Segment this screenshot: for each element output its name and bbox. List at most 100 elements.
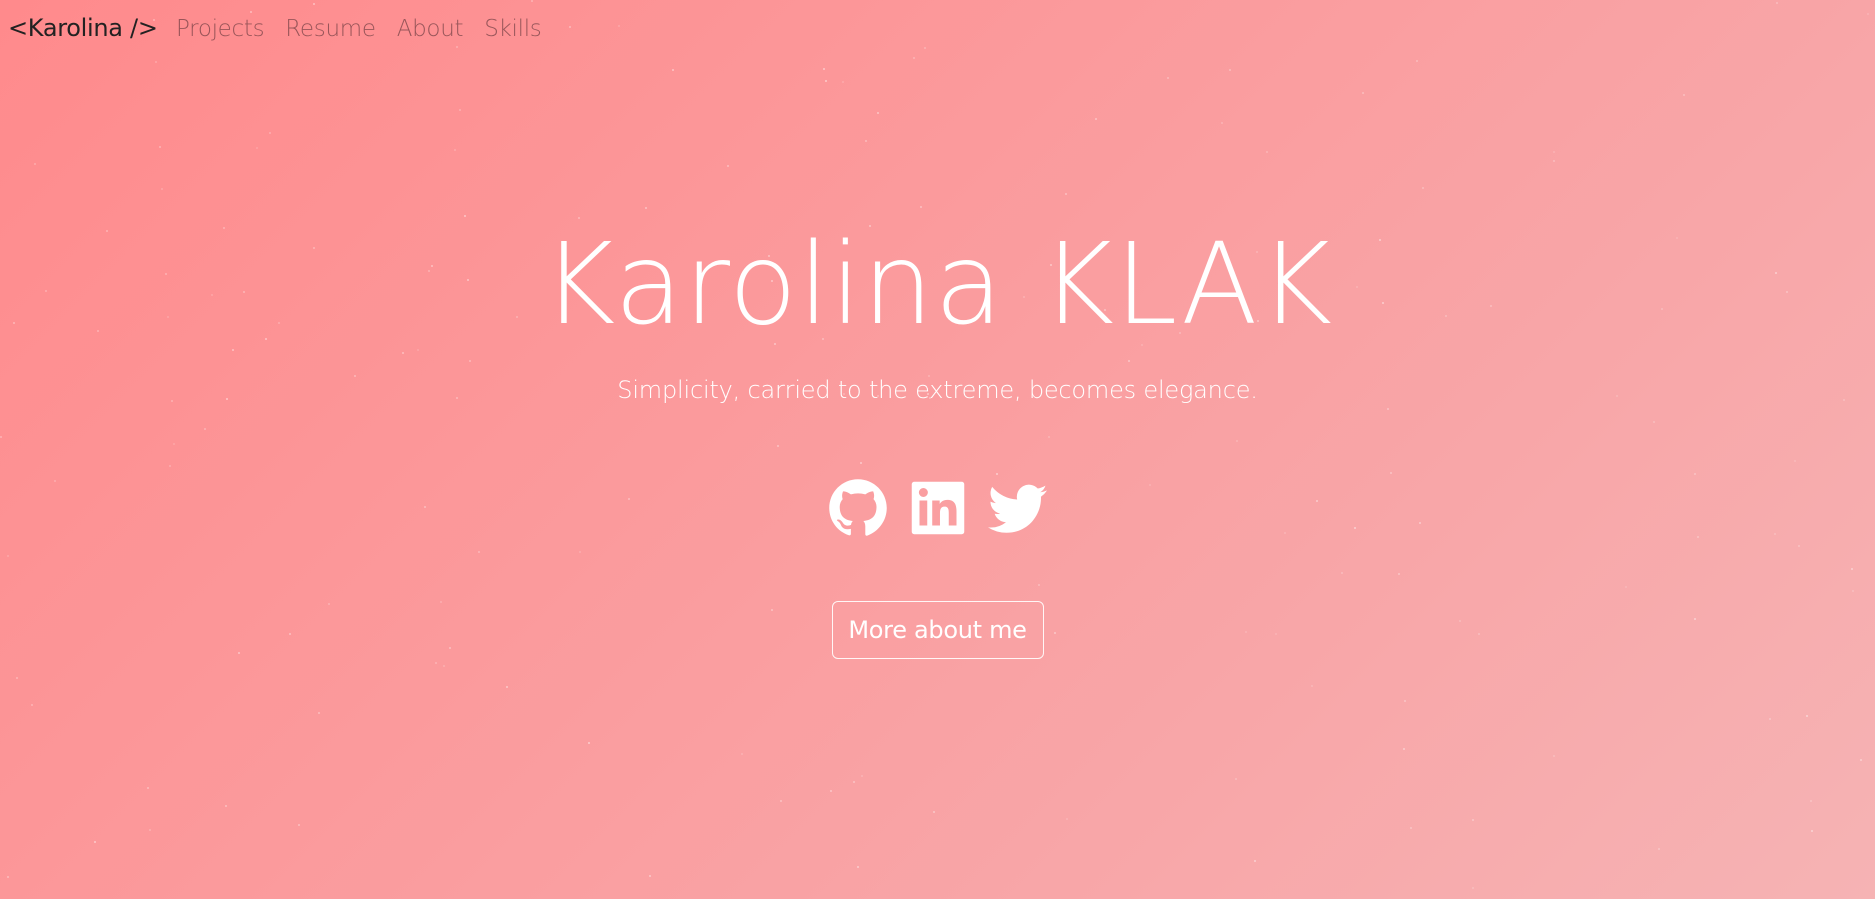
particle-dot bbox=[1653, 421, 1656, 424]
particle-dot bbox=[780, 800, 783, 803]
particle-dot bbox=[645, 207, 648, 210]
particle-dot bbox=[1810, 829, 1813, 832]
particle-dot bbox=[435, 662, 438, 665]
particle-dot bbox=[823, 67, 826, 70]
hero-subtitle: Simplicity, carried to the extreme, beco… bbox=[617, 376, 1258, 404]
particle-dot bbox=[1552, 159, 1555, 162]
nav-link-projects[interactable]: Projects bbox=[176, 16, 265, 42]
particle-dot bbox=[830, 789, 833, 792]
particle-dot bbox=[1860, 759, 1863, 762]
particle-dot bbox=[1768, 718, 1771, 721]
particle-dot bbox=[1094, 118, 1097, 121]
particle-dot bbox=[1310, 685, 1313, 688]
particle-dot bbox=[1798, 545, 1801, 548]
particle-dot bbox=[1234, 778, 1237, 781]
particle-dot bbox=[6, 875, 9, 878]
particle-dot bbox=[1361, 92, 1364, 95]
particle-dot bbox=[1253, 859, 1256, 862]
particle-dot bbox=[741, 752, 744, 755]
twitter-icon bbox=[987, 484, 1047, 533]
particle-dot bbox=[932, 811, 935, 814]
particle-dot bbox=[1553, 754, 1556, 757]
nav-link-about[interactable]: About bbox=[397, 16, 464, 42]
particle-dot bbox=[224, 804, 227, 807]
particle-dot bbox=[1810, 799, 1813, 802]
particle-dot bbox=[1683, 93, 1686, 96]
particle-dot bbox=[1852, 589, 1855, 592]
particle-dot bbox=[1386, 408, 1389, 411]
particle-dot bbox=[1047, 436, 1050, 439]
particle-dot bbox=[1066, 817, 1069, 820]
social-links bbox=[0, 478, 1875, 538]
particle-dot bbox=[161, 188, 164, 191]
particle-dot bbox=[6, 554, 9, 557]
particle-dot bbox=[93, 840, 96, 843]
particle-dot bbox=[1235, 439, 1238, 442]
particle-dot bbox=[877, 111, 880, 114]
particle-dot bbox=[463, 215, 466, 218]
particle-dot bbox=[1166, 77, 1169, 80]
hero-section: Karolina KLAK Simplicity, carried to the… bbox=[0, 220, 1875, 404]
nav-link-resume[interactable]: Resume bbox=[285, 16, 376, 42]
hero-title: Karolina KLAK bbox=[541, 220, 1334, 350]
particle-dot bbox=[148, 828, 151, 831]
particle-dot bbox=[1409, 827, 1412, 830]
github-link[interactable] bbox=[828, 478, 888, 538]
particle-dot bbox=[1389, 471, 1392, 474]
nav-link-skills[interactable]: Skills bbox=[484, 16, 542, 42]
particle-dot bbox=[31, 703, 34, 706]
particle-dot bbox=[297, 823, 300, 826]
particle-dot bbox=[1553, 150, 1556, 153]
background-particles bbox=[0, 0, 1875, 899]
linkedin-link[interactable] bbox=[908, 478, 968, 538]
particle-dot bbox=[173, 442, 176, 445]
particle-dot bbox=[453, 148, 456, 151]
particle-dot bbox=[1037, 583, 1040, 586]
particle-dot bbox=[1794, 460, 1797, 463]
particle-dot bbox=[577, 217, 580, 220]
github-icon bbox=[828, 479, 887, 536]
particle-dot bbox=[1624, 585, 1627, 588]
particle-dot bbox=[477, 550, 480, 553]
particle-dot bbox=[505, 686, 508, 689]
linkedin-icon bbox=[911, 481, 964, 535]
particle-dot bbox=[458, 109, 461, 112]
particle-dot bbox=[1229, 68, 1232, 71]
particle-dot bbox=[146, 786, 149, 789]
particle-dot bbox=[268, 131, 271, 134]
particle-dot bbox=[1472, 887, 1475, 890]
particle-dot bbox=[777, 445, 780, 448]
particle-dot bbox=[15, 676, 18, 679]
particle-dot bbox=[159, 146, 162, 148]
particle-dot bbox=[588, 741, 591, 744]
particle-dot bbox=[853, 780, 856, 783]
particle-dot bbox=[1851, 568, 1854, 571]
particle-dot bbox=[1806, 714, 1809, 717]
particle-dot bbox=[727, 164, 730, 167]
particle-dot bbox=[579, 550, 582, 553]
particle-dot bbox=[824, 80, 827, 83]
particle-dot bbox=[1340, 572, 1343, 575]
particle-dot bbox=[995, 472, 998, 475]
particle-dot bbox=[1694, 472, 1697, 475]
particle-dot bbox=[1472, 818, 1475, 821]
particle-dot bbox=[442, 665, 445, 667]
particle-dot bbox=[1220, 121, 1223, 124]
particle-dot bbox=[672, 69, 675, 72]
navbar: <Karolina /> Projects Resume About Skill… bbox=[0, 0, 1875, 64]
particle-dot bbox=[1397, 573, 1400, 576]
brand-logo[interactable]: <Karolina /> bbox=[8, 14, 158, 42]
cta-wrapper: More about me bbox=[0, 601, 1875, 659]
twitter-link[interactable] bbox=[987, 478, 1048, 538]
particle-dot bbox=[203, 427, 206, 430]
particle-dot bbox=[33, 163, 36, 166]
particle-dot bbox=[169, 465, 172, 468]
particle-dot bbox=[842, 80, 845, 83]
particle-dot bbox=[1658, 848, 1661, 851]
particle-dot bbox=[861, 774, 864, 777]
particle-dot bbox=[857, 865, 860, 868]
particle-dot bbox=[920, 205, 923, 208]
more-about-me-button[interactable]: More about me bbox=[831, 601, 1044, 659]
nav-links: Projects Resume About Skills bbox=[176, 16, 563, 42]
particle-dot bbox=[648, 874, 651, 877]
